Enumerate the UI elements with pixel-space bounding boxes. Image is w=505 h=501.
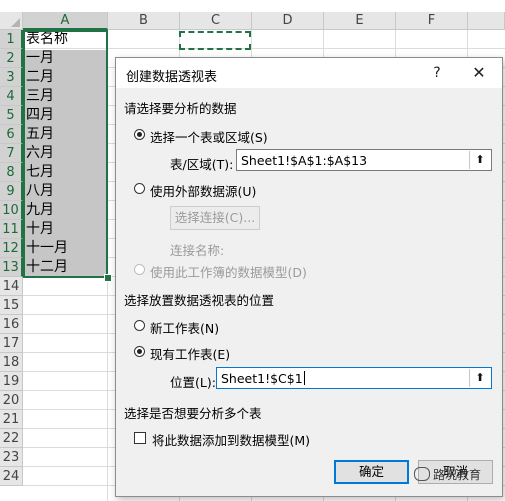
location-label: 位置(L): — [170, 375, 216, 390]
row-header-3[interactable]: 3 — [0, 68, 23, 87]
row-header-18[interactable]: 18 — [0, 353, 23, 372]
row-header-21[interactable]: 21 — [0, 410, 23, 429]
label-existing-sheet[interactable]: 现有工作表(E) — [150, 344, 230, 363]
column-header-partial[interactable] — [468, 12, 505, 30]
row-header-22[interactable]: 22 — [0, 429, 23, 448]
row-header-19[interactable]: 19 — [0, 372, 23, 391]
row-header-4[interactable]: 4 — [0, 87, 23, 106]
create-pivot-table-dialog: 创建数据透视表 ? ✕ 请选择要分析的数据 选择一个表或区域(S) 表/区域(T… — [115, 57, 503, 497]
row-header-14[interactable]: 14 — [0, 277, 23, 296]
column-header-a[interactable]: A — [23, 12, 108, 30]
column-header-f[interactable]: F — [396, 12, 468, 30]
wechat-icon — [414, 467, 430, 481]
connection-name-label: 连接名称: — [170, 243, 225, 258]
label-select-range[interactable]: 选择一个表或区域(S) — [150, 127, 268, 146]
watermark-text: 路况教育 — [433, 468, 482, 482]
section-location-heading: 选择放置数据透视表的位置 — [124, 293, 275, 308]
row-header-9[interactable]: 9 — [0, 182, 23, 201]
row-header-2[interactable]: 2 — [0, 49, 23, 68]
selection-border — [23, 30, 108, 278]
range-input-value: Sheet1!$A$1:$A$13 — [241, 153, 368, 168]
row-header-10[interactable]: 10 — [0, 201, 23, 220]
dialog-titlebar[interactable]: 创建数据透视表 ? ✕ — [116, 58, 502, 88]
row-header-12[interactable]: 12 — [0, 239, 23, 258]
range-input[interactable]: Sheet1!$A$1:$A$13 ⬆ — [236, 149, 492, 171]
row-header-5[interactable]: 5 — [0, 106, 23, 125]
close-icon[interactable]: ✕ — [468, 62, 490, 84]
add-to-model-checkbox[interactable] — [134, 432, 146, 444]
copy-marquee-c1 — [179, 31, 251, 50]
range-label: 表/区域(T): — [170, 157, 234, 172]
radio-select-range[interactable] — [134, 129, 145, 140]
row-header-17[interactable]: 17 — [0, 334, 23, 353]
label-new-sheet[interactable]: 新工作表(N) — [150, 318, 219, 337]
column-header-b[interactable]: B — [108, 12, 180, 30]
range-collapse-icon[interactable]: ⬆ — [469, 151, 490, 169]
row-header-11[interactable]: 11 — [0, 220, 23, 239]
label-external-source[interactable]: 使用外部数据源(U) — [150, 181, 256, 200]
radio-new-sheet[interactable] — [134, 320, 145, 331]
radio-external-source[interactable] — [134, 183, 145, 194]
row-header-13[interactable]: 13 — [0, 258, 23, 277]
watermark: 路况教育 — [414, 466, 481, 483]
location-input-value: Sheet1!$C$1 — [221, 371, 305, 386]
section-data-heading: 请选择要分析的数据 — [124, 101, 237, 116]
section-multiple-heading: 选择是否想要分析多个表 — [124, 406, 262, 421]
row-header-7[interactable]: 7 — [0, 144, 23, 163]
row-header-1[interactable]: 1 — [0, 30, 23, 49]
row-header-6[interactable]: 6 — [0, 125, 23, 144]
radio-existing-sheet[interactable] — [134, 346, 145, 357]
label-data-model[interactable]: 使用此工作簿的数据模型(D) — [150, 262, 307, 281]
column-header-d[interactable]: D — [252, 12, 324, 30]
row-header-23[interactable]: 23 — [0, 448, 23, 467]
row-header-24[interactable]: 24 — [0, 467, 23, 486]
ok-button[interactable]: 确定 — [334, 460, 409, 484]
column-header-c[interactable]: C — [180, 12, 252, 30]
choose-connection-button[interactable]: 选择连接(C)... — [170, 206, 260, 230]
row-header-20[interactable]: 20 — [0, 391, 23, 410]
radio-data-model[interactable] — [134, 264, 145, 275]
location-input[interactable]: Sheet1!$C$1 ⬆ — [216, 367, 492, 389]
row-header-15[interactable]: 15 — [0, 296, 23, 315]
row-header-16[interactable]: 16 — [0, 315, 23, 334]
location-collapse-icon[interactable]: ⬆ — [469, 369, 490, 387]
add-to-model-label[interactable]: 将此数据添加到数据模型(M) — [152, 430, 310, 449]
dialog-title: 创建数据透视表 — [126, 70, 218, 85]
column-header-e[interactable]: E — [324, 12, 396, 30]
row-header-8[interactable]: 8 — [0, 163, 23, 182]
text-caret — [303, 371, 305, 385]
fill-handle[interactable] — [104, 274, 112, 282]
help-icon[interactable]: ? — [426, 62, 448, 84]
select-all-corner[interactable] — [0, 12, 23, 30]
